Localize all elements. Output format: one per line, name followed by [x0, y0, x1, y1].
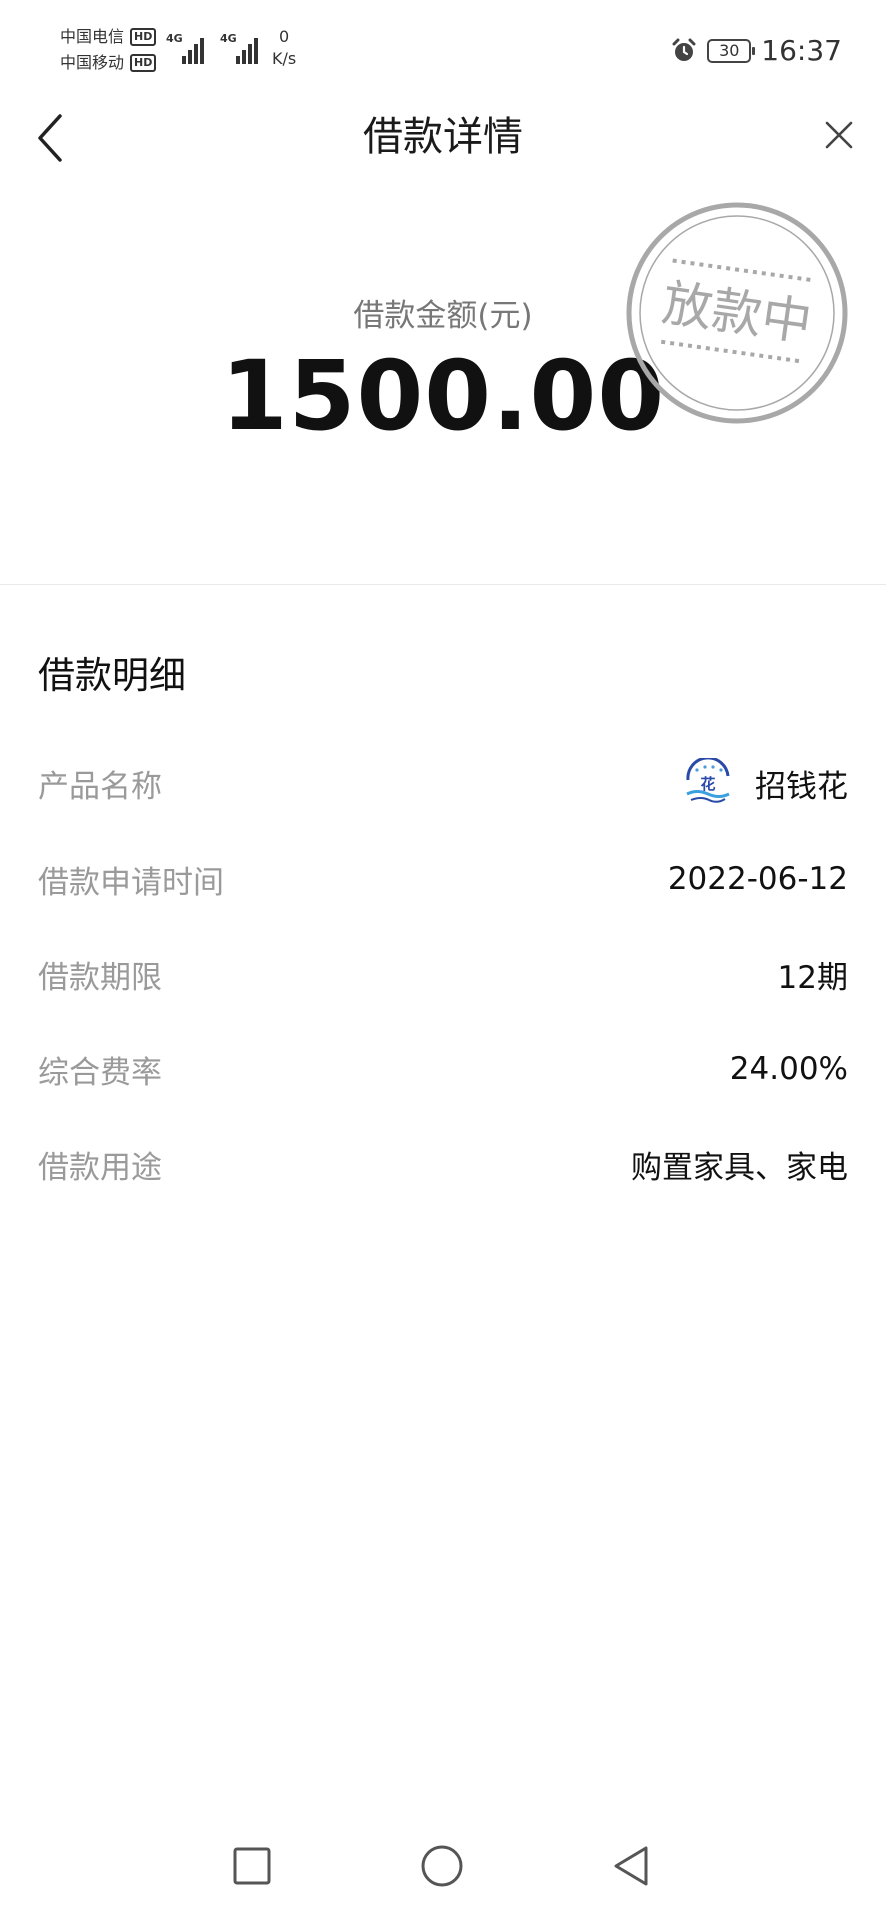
status-right: 30 16:37: [671, 34, 842, 67]
nav-home-circle-icon[interactable]: [420, 1844, 464, 1888]
status-stamp: 放款中: [626, 202, 848, 424]
network-type-1: 4G: [166, 32, 183, 45]
product-logo-icon: 花: [686, 758, 730, 803]
hd-badge-2: HD: [130, 54, 157, 72]
detail-value: 购置家具、家电: [631, 1149, 848, 1186]
detail-label: 借款申请时间: [38, 864, 224, 901]
detail-row-purpose: 借款用途 购置家具、家电: [38, 1139, 848, 1189]
carrier-2-label: 中国移动: [60, 53, 125, 72]
battery-indicator: 30: [707, 38, 756, 63]
detail-label: 产品名称: [38, 768, 162, 805]
detail-label: 借款用途: [38, 1149, 162, 1186]
carrier-line-1: 中国电信 HD: [60, 24, 157, 50]
carrier-1-label: 中国电信: [60, 27, 125, 46]
page-title: 借款详情: [363, 114, 523, 160]
status-time: 16:37: [761, 34, 842, 67]
carrier-line-2: 中国移动 HD: [60, 50, 157, 76]
close-icon[interactable]: [822, 118, 856, 152]
nav-back-triangle-icon[interactable]: [610, 1844, 652, 1888]
hd-badge-1: HD: [130, 28, 157, 46]
alarm-icon: [672, 38, 696, 61]
detail-row-term: 借款期限 12期: [38, 949, 848, 999]
detail-label: 借款期限: [38, 959, 162, 996]
details-section-title: 借款明细: [38, 654, 186, 697]
detail-row-apply-date: 借款申请时间 2022-06-12: [38, 854, 848, 904]
signal-indicators: 4G 4G: [166, 32, 266, 64]
section-divider: [0, 584, 886, 585]
signal-icon-1: 4G: [166, 32, 206, 64]
signal-icon-2: 4G: [220, 32, 266, 64]
detail-row-product: 产品名称 花 招钱花: [38, 758, 848, 808]
detail-value: 24.00%: [729, 1051, 848, 1087]
network-speed-value: 0: [279, 27, 290, 46]
detail-value-product: 花 招钱花: [683, 758, 848, 808]
detail-value: 12期: [777, 959, 848, 996]
status-carriers: 中国电信 HD 中国移动 HD: [60, 24, 157, 76]
detail-value: 2022-06-12: [667, 861, 848, 897]
detail-row-rate: 综合费率 24.00%: [38, 1044, 848, 1094]
status-stamp-text: 放款中: [659, 274, 816, 352]
product-logo-text: 花: [700, 775, 715, 793]
network-type-2: 4G: [220, 32, 237, 45]
network-speed: 0 K/s: [272, 26, 296, 70]
nav-recent-square-icon[interactable]: [232, 1846, 272, 1886]
detail-value: 招钱花: [755, 768, 848, 805]
network-speed-unit: K/s: [272, 49, 297, 68]
detail-label: 综合费率: [38, 1054, 162, 1091]
